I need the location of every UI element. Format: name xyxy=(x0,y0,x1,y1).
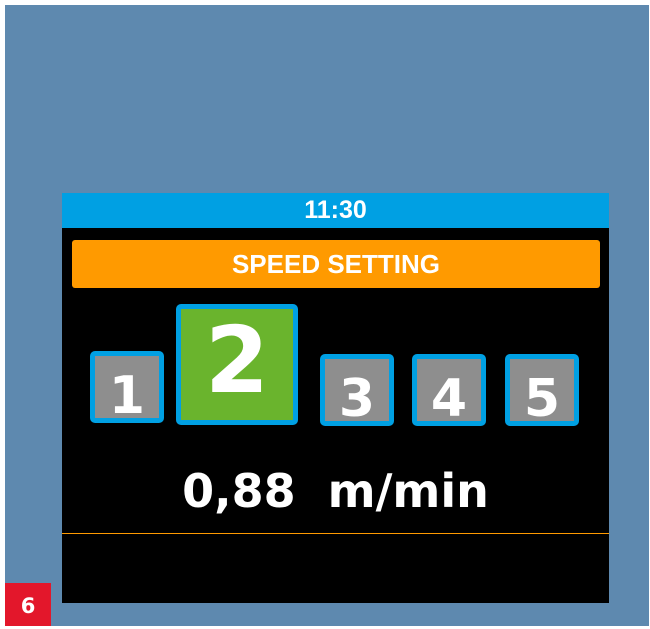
divider xyxy=(62,533,609,534)
speed-level-1-button[interactable]: 1 xyxy=(90,351,164,426)
speed-level-2-label: 2 xyxy=(204,307,269,414)
screen-title: SPEED SETTING xyxy=(72,240,600,288)
speed-level-4-label: 4 xyxy=(430,369,468,429)
speed-level-5-button[interactable]: 5 xyxy=(505,354,579,429)
speed-value: 0,88 xyxy=(182,464,296,518)
speed-level-1-label: 1 xyxy=(108,366,146,426)
speed-unit: m/min xyxy=(327,464,489,518)
speed-level-3-label: 3 xyxy=(338,369,376,429)
screen-title-label: SPEED SETTING xyxy=(231,249,441,279)
device-display: 11:30 SPEED SETTING 1 2 3 4 5 0,88 m/min xyxy=(62,193,609,603)
speed-level-3-button[interactable]: 3 xyxy=(320,354,394,429)
figure-number-badge: 6 xyxy=(5,583,51,626)
speed-level-5-label: 5 xyxy=(523,369,561,429)
speed-readout: 0,88 m/min xyxy=(62,461,609,521)
speed-level-4-button[interactable]: 4 xyxy=(412,354,486,429)
clock-time: 11:30 xyxy=(304,196,367,224)
figure-number: 6 xyxy=(20,594,36,618)
background-panel: 11:30 SPEED SETTING 1 2 3 4 5 0,88 m/min xyxy=(5,5,649,626)
speed-level-2-button[interactable]: 2 xyxy=(176,304,298,425)
clock-bar: 11:30 xyxy=(62,193,609,228)
